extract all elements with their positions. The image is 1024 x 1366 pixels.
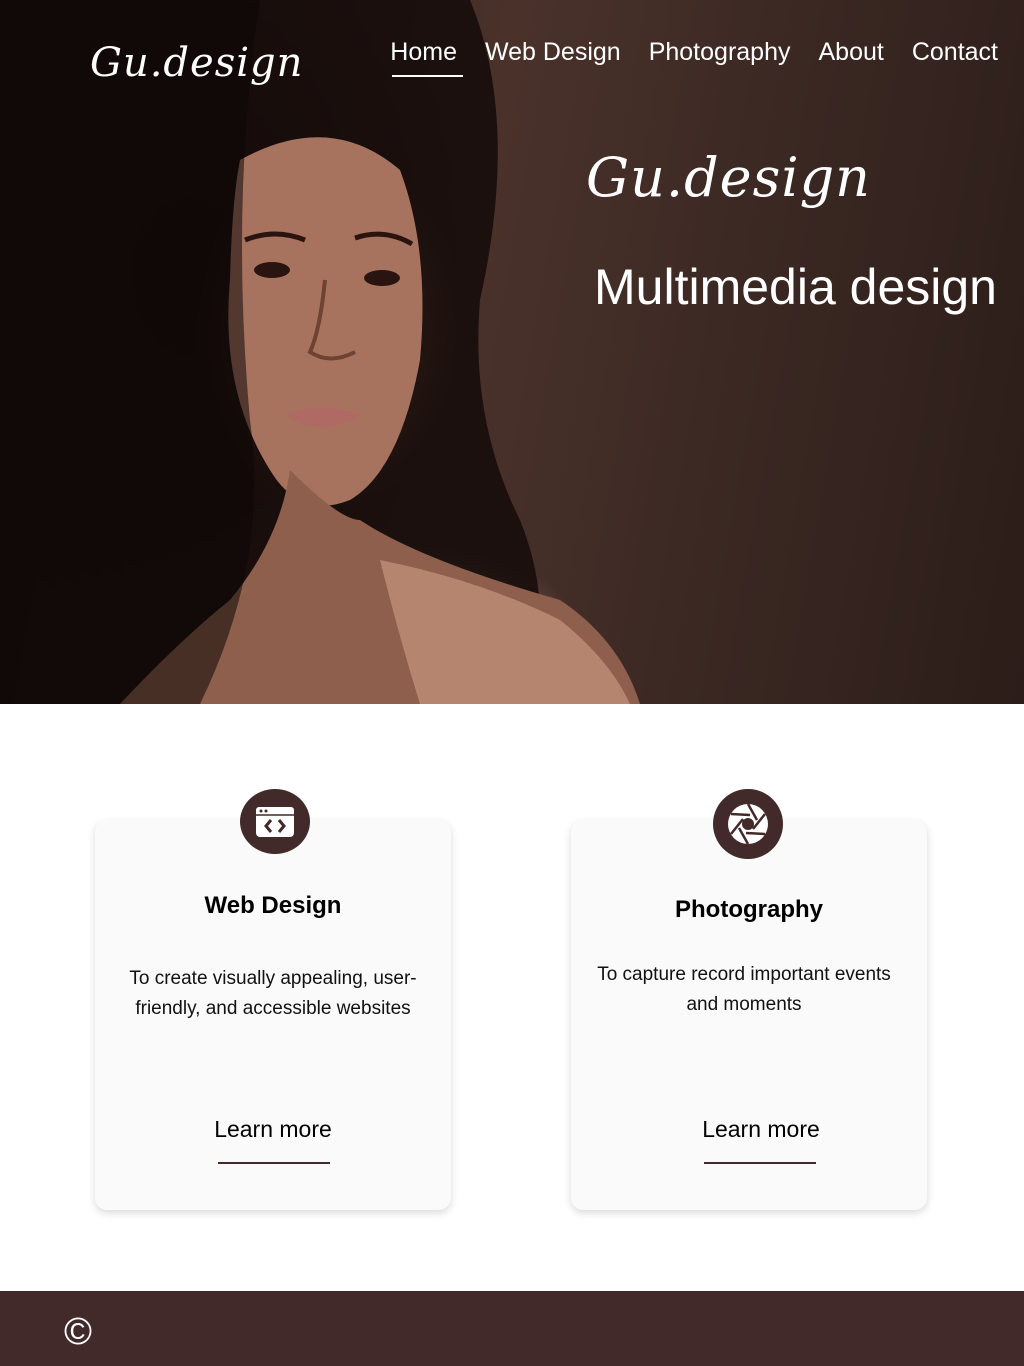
web-design-card: Web Design To create visually appealing,…	[95, 789, 451, 1210]
card-description: To capture record important events and m…	[597, 964, 891, 1015]
link-underline	[704, 1162, 816, 1164]
site-logo[interactable]: Gu.design	[90, 40, 303, 86]
link-underline	[218, 1162, 330, 1164]
footer: ©	[0, 1291, 1024, 1366]
nav-web-design[interactable]: Web Design	[485, 38, 621, 77]
photography-card: Photography To capture record important …	[571, 789, 927, 1210]
hero-portrait-image	[0, 0, 640, 704]
learn-more-link[interactable]: Learn more	[95, 1116, 451, 1143]
copyright-symbol: ©	[64, 1311, 92, 1353]
card-title: Photography	[675, 896, 823, 923]
learn-more-link[interactable]: Learn more	[595, 1116, 927, 1143]
card-description: To create visually appealing, user-frien…	[129, 968, 417, 1019]
hero-subtitle: Multimedia design	[594, 259, 997, 315]
main-nav: Home Web Design Photography About Contac…	[390, 38, 998, 77]
nav-contact[interactable]: Contact	[912, 38, 998, 77]
hero-logo: Gu.design	[586, 146, 871, 209]
nav-home[interactable]: Home	[390, 38, 463, 77]
hero-section: Gu.design Home Web Design Photography Ab…	[0, 0, 1024, 704]
nav-photography[interactable]: Photography	[649, 38, 791, 77]
code-window-icon	[240, 789, 310, 854]
camera-aperture-icon	[713, 789, 783, 859]
card-title: Web Design	[204, 892, 342, 919]
nav-about[interactable]: About	[818, 38, 883, 77]
